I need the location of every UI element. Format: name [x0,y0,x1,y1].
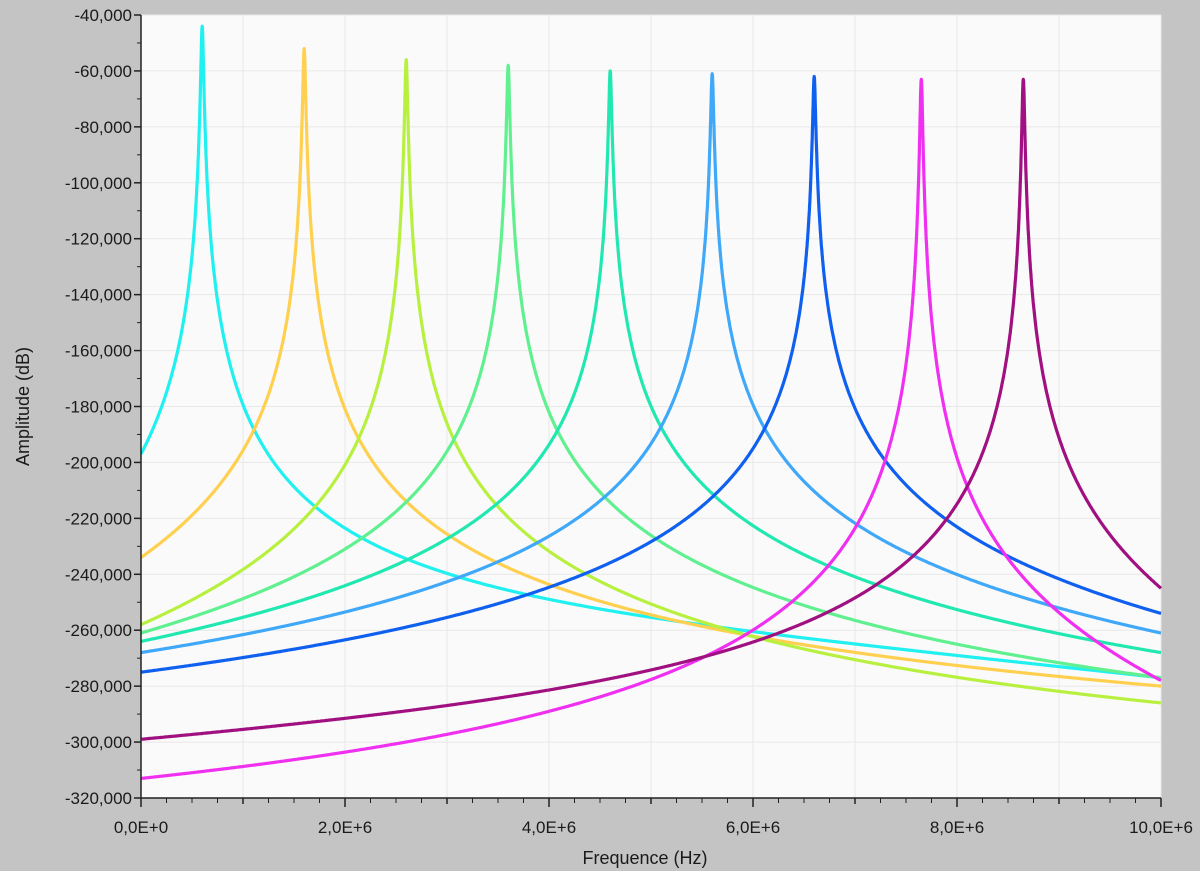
y-tick-label-3: -100,000 [65,174,132,193]
y-tick-label-1: -60,000 [74,62,132,81]
x-tick-label-0: 0,0E+0 [114,818,168,837]
y-tick-label-6: -160,000 [65,342,132,361]
y-tick-label-5: -140,000 [65,286,132,305]
y-tick-label-13: -300,000 [65,733,132,752]
y-tick-label-14: -320,000 [65,789,132,808]
y-tick-label-12: -280,000 [65,677,132,696]
x-tick-label-8: 8,0E+6 [930,818,984,837]
y-tick-label-10: -240,000 [65,565,132,584]
y-tick-label-8: -200,000 [65,453,132,472]
y-axis-label: Amplitude (dB) [13,347,33,466]
x-tick-label-2: 2,0E+6 [318,818,372,837]
x-axis-label: Frequence (Hz) [582,848,707,868]
y-tick-label-11: -260,000 [65,621,132,640]
x-tick-label-10: 10,0E+6 [1129,818,1193,837]
y-tick-label-0: -40,000 [74,6,132,25]
y-axis-ticks: -40,000 -60,000 -80,000 -100,000 -120,000 -14… [65,6,141,808]
x-tick-label-6: 6,0E+6 [726,818,780,837]
spectrum-chart: -40,000 -60,000 -80,000 -100,000 -120,000 -14… [13,6,1193,868]
y-tick-label-2: -80,000 [74,118,132,137]
x-axis-ticks: 0,0E+0 2,0E+6 4,0E+6 6,0E+6 8,0E+6 10,0E+6 [114,798,1193,837]
y-tick-label-9: -220,000 [65,509,132,528]
y-tick-label-4: -120,000 [65,230,132,249]
y-tick-label-7: -180,000 [65,398,132,417]
x-tick-label-4: 4,0E+6 [522,818,576,837]
